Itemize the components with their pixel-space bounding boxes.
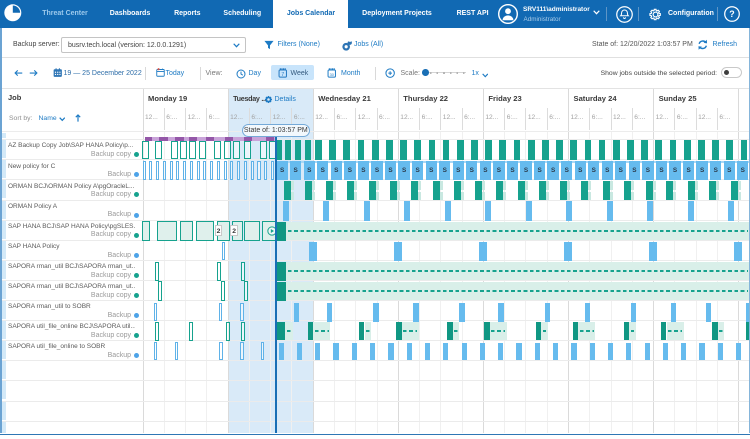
- svg-text:7: 7: [281, 71, 284, 77]
- svg-text:?: ?: [729, 9, 734, 19]
- svg-text:30: 30: [330, 72, 334, 76]
